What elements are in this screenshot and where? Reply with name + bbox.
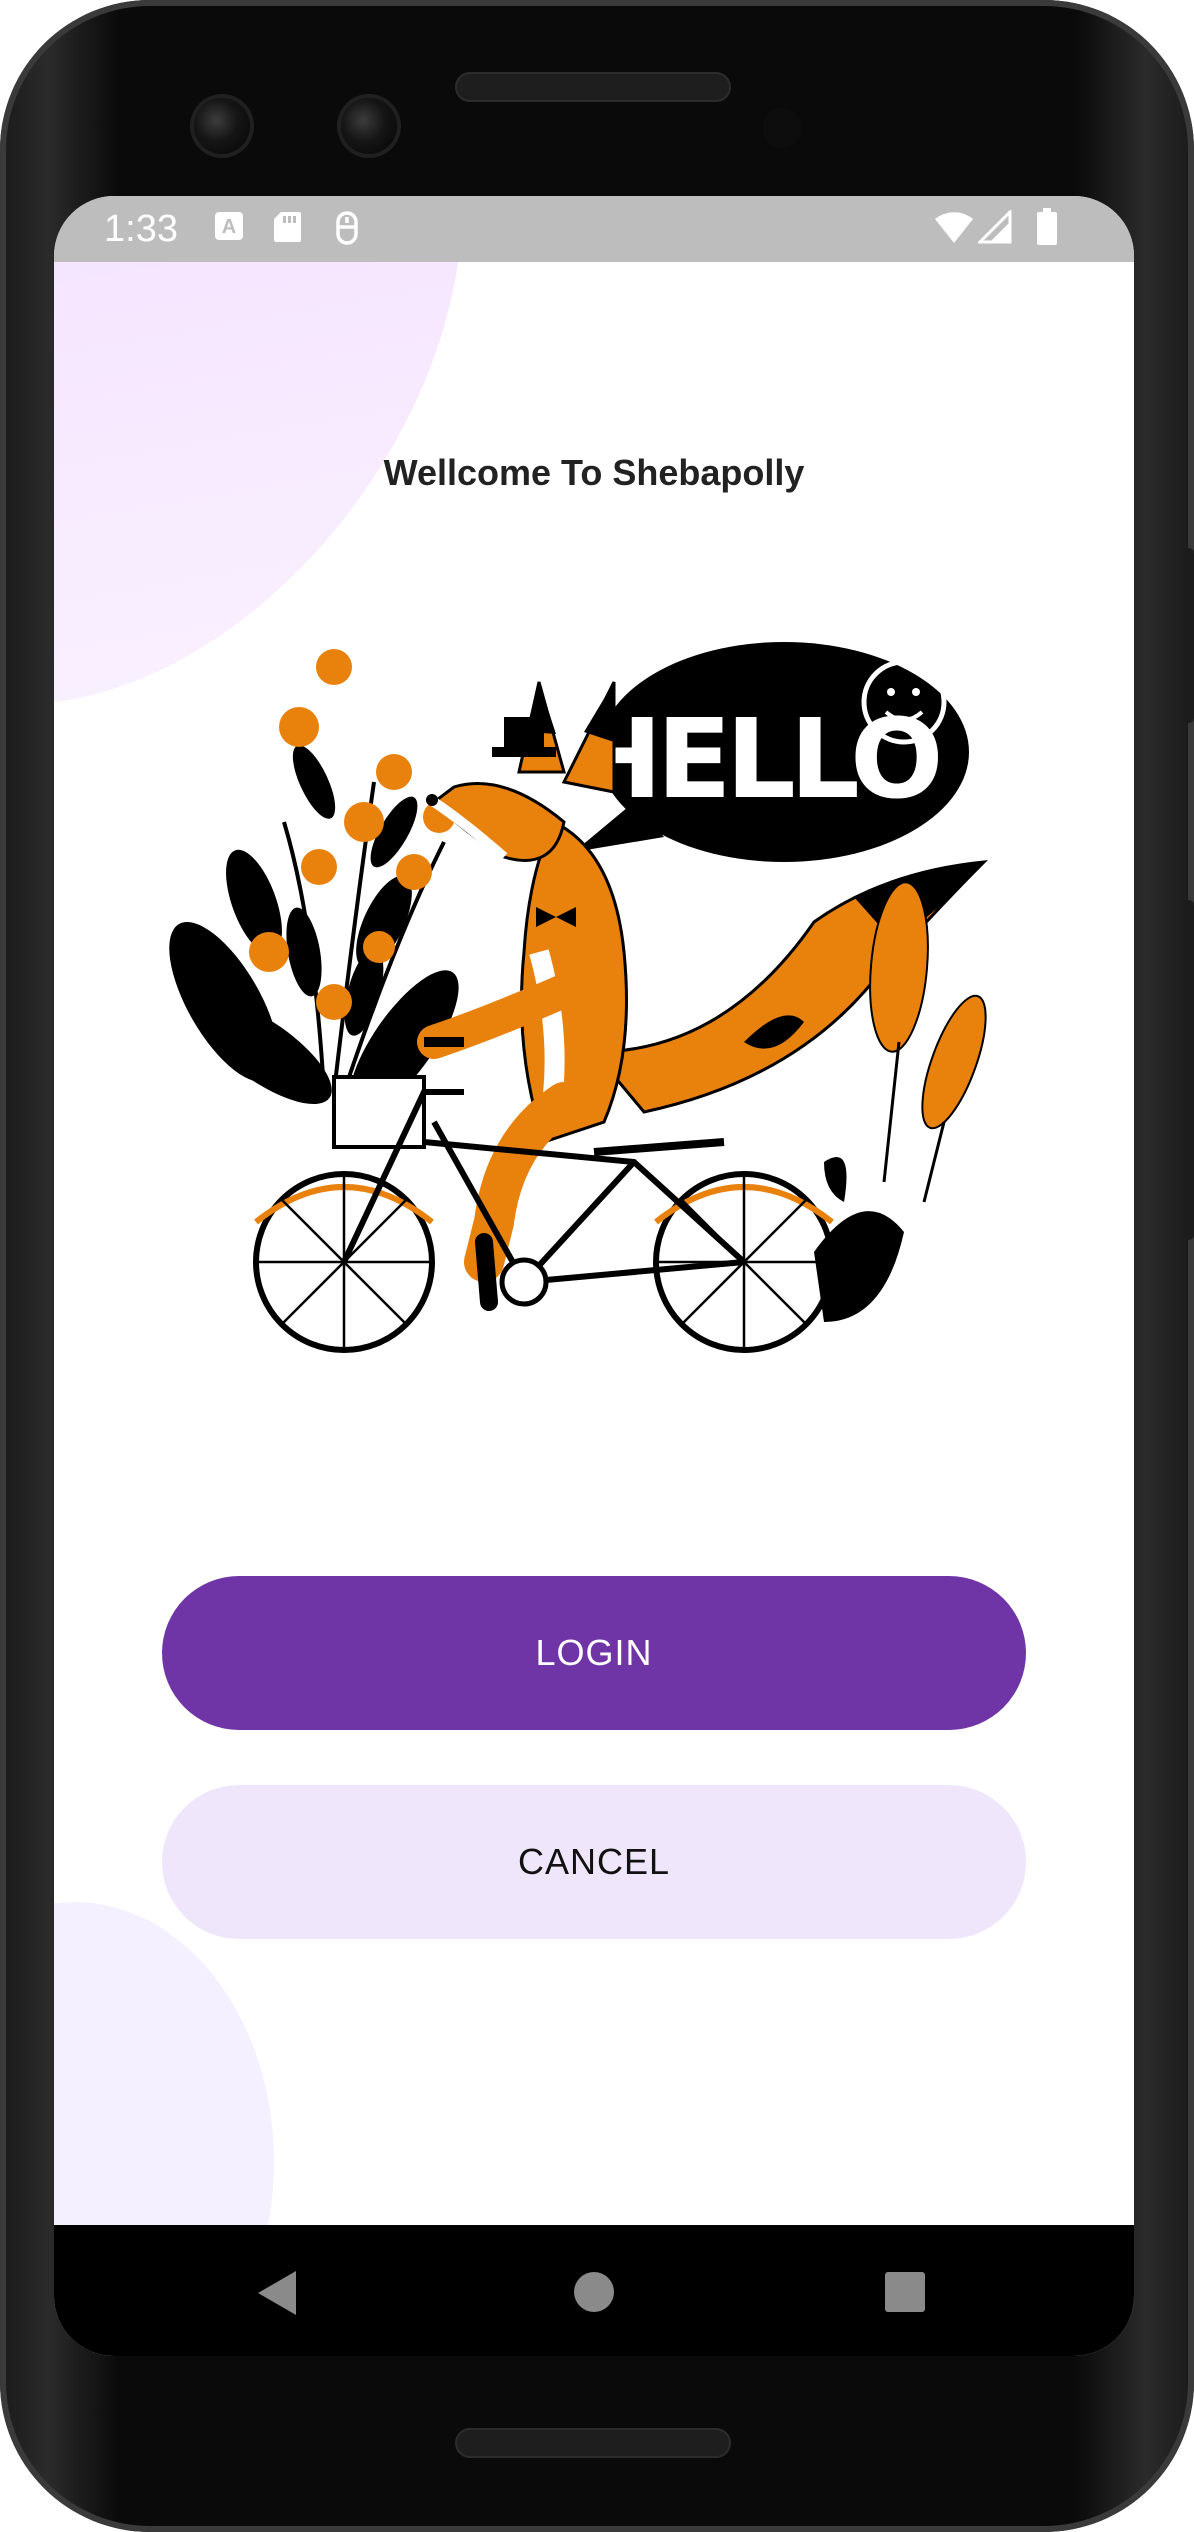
wifi-icon — [934, 210, 974, 249]
accessibility-icon — [332, 211, 362, 250]
bottom-speaker — [455, 2428, 731, 2458]
front-camera-left — [194, 98, 250, 154]
phone-frame: 1:33 A Wellcome To Shebapolly HELLO LOGI… — [0, 0, 1194, 2532]
navigation-bar — [54, 2225, 1134, 2356]
battery-icon — [1036, 208, 1058, 251]
home-icon[interactable] — [573, 2271, 615, 2318]
back-icon[interactable] — [254, 2269, 298, 2322]
signal-icon — [976, 208, 1012, 249]
hello-speech-bubble: HELLO — [571, 642, 969, 862]
screen: 1:33 A Wellcome To Shebapolly HELLO LOGI… — [54, 196, 1134, 2356]
earpiece-speaker — [455, 72, 731, 102]
a-notification-icon: A — [214, 211, 244, 246]
front-camera-right — [341, 98, 397, 154]
page-title: Wellcome To Shebapolly — [383, 452, 805, 493]
proximity-sensor — [762, 108, 802, 148]
fox-bicycle-illustration: HELLO — [164, 622, 1044, 1392]
bicycle-basket — [332, 1075, 426, 1149]
sd-card-icon — [273, 211, 301, 248]
volume-button — [1184, 900, 1194, 1240]
welcome-screen: Wellcome To Shebapolly HELLO LOGIN CANCE… — [54, 262, 1134, 2225]
login-button[interactable]: LOGIN — [162, 1576, 1026, 1730]
speech-bubble-text: HELLO — [571, 695, 938, 823]
svg-text:A: A — [222, 216, 236, 238]
decorative-blob-bottom — [54, 1902, 274, 2225]
status-time: 1:33 — [104, 208, 178, 250]
recents-icon[interactable] — [884, 2271, 926, 2318]
status-bar: 1:33 A — [54, 196, 1134, 262]
cancel-button[interactable]: CANCEL — [162, 1785, 1026, 1939]
power-button — [1184, 548, 1194, 723]
